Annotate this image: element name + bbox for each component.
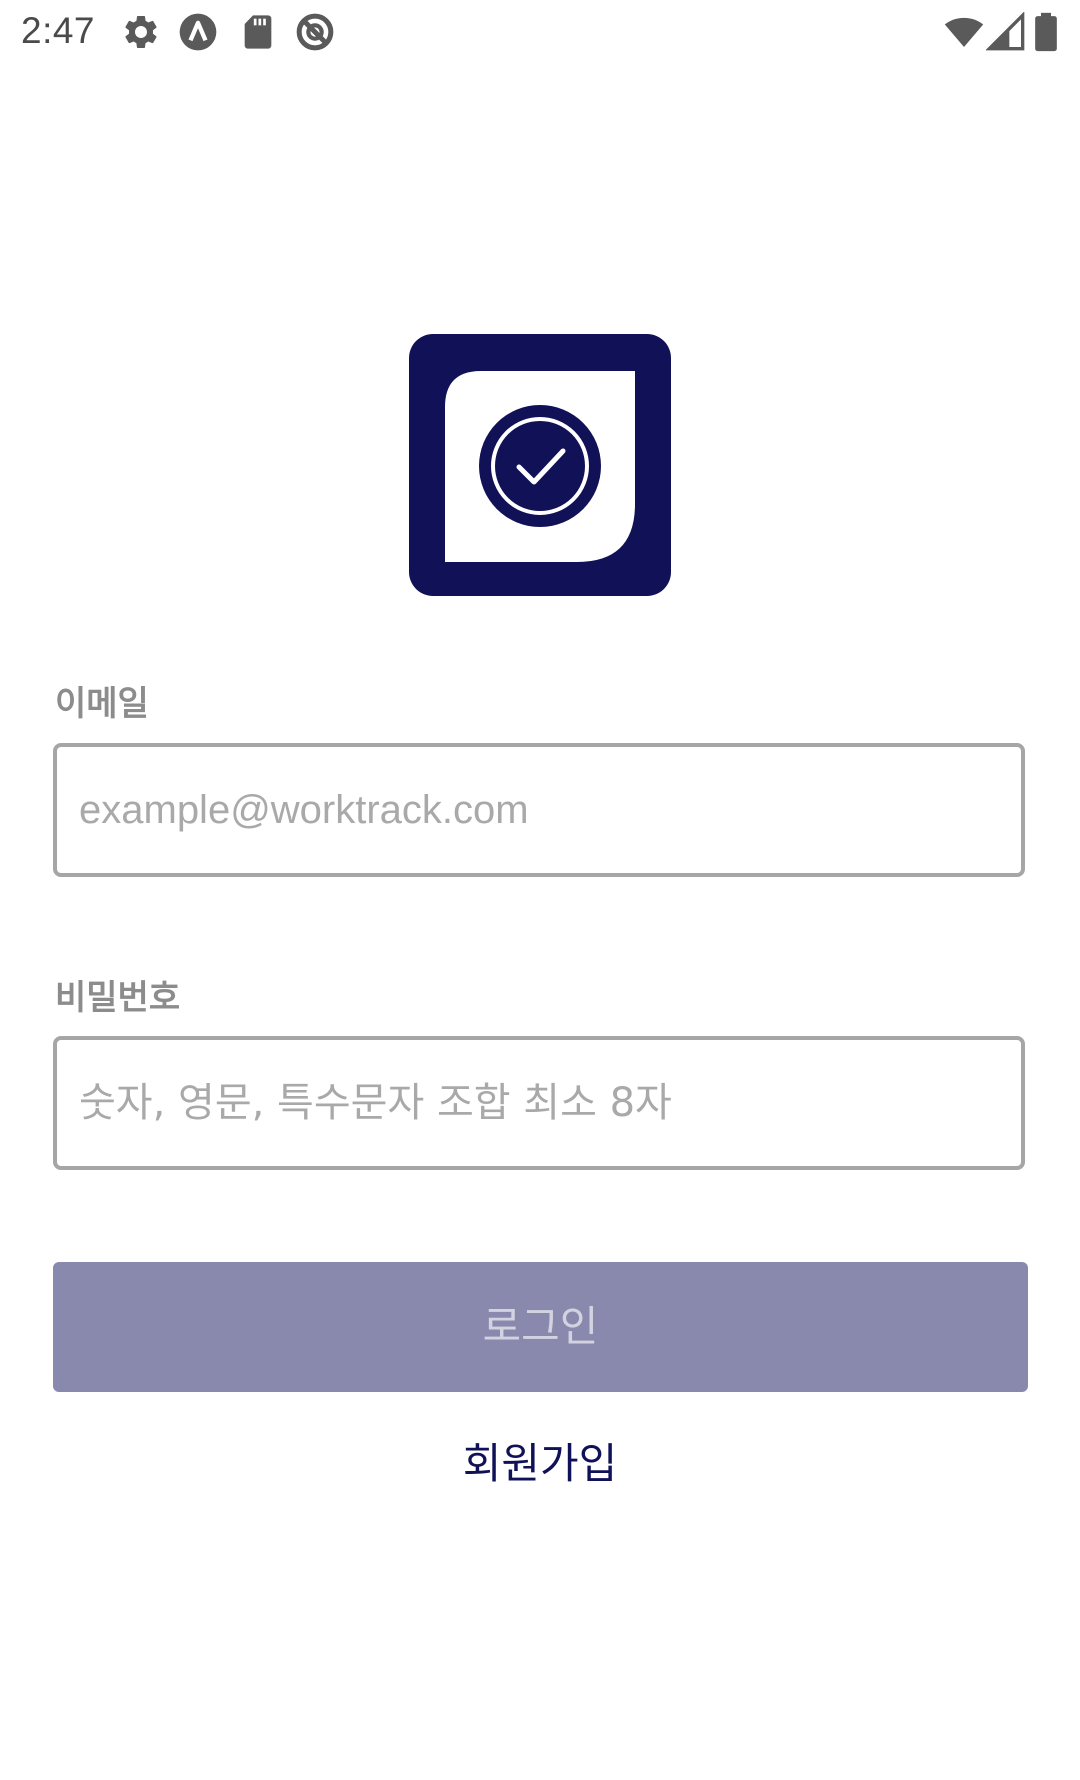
password-field[interactable] [53, 1036, 1025, 1170]
gear-icon [121, 12, 161, 52]
app-a-icon [178, 12, 218, 52]
sd-card-icon [238, 12, 278, 52]
password-label: 비밀번호 [55, 978, 181, 1018]
app-logo [409, 334, 671, 596]
signup-link[interactable]: 회원가입 [0, 1430, 1080, 1491]
cell-signal-icon [986, 12, 1026, 52]
login-button[interactable]: 로그인 [53, 1262, 1028, 1392]
email-field[interactable] [53, 743, 1025, 877]
battery-icon [1030, 12, 1062, 52]
check-circle-logo-icon [445, 371, 635, 562]
wifi-icon [944, 12, 984, 52]
email-label: 이메일 [55, 684, 149, 724]
status-time: 2:47 [21, 10, 96, 51]
status-bar: 2:47 [0, 0, 1080, 64]
blocked-icon [295, 12, 335, 52]
